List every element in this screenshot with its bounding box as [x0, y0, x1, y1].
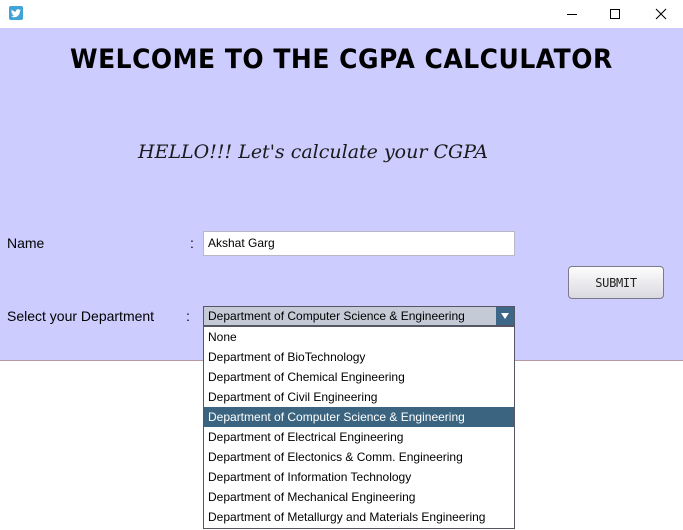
dropdown-option[interactable]: Department of Information Technology	[204, 467, 514, 487]
name-colon: :	[190, 235, 194, 251]
page-title: WELCOME TO THE CGPA CALCULATOR	[70, 44, 613, 75]
dropdown-option[interactable]: Department of BioTechnology	[204, 347, 514, 367]
minimize-button[interactable]	[549, 0, 595, 28]
name-input[interactable]: Akshat Garg	[203, 231, 515, 256]
dropdown-option[interactable]: Department of Civil Engineering	[204, 387, 514, 407]
title-bar	[0, 0, 683, 28]
minimize-icon	[567, 14, 577, 15]
dropdown-option[interactable]: Department of Computer Science & Enginee…	[204, 407, 514, 427]
dropdown-option[interactable]: Department of Metallurgy and Materials E…	[204, 507, 514, 527]
dropdown-option[interactable]: Department of Chemical Engineering	[204, 367, 514, 387]
dropdown-option[interactable]: None	[204, 327, 514, 347]
name-label: Name	[7, 235, 45, 251]
department-colon: :	[186, 308, 190, 324]
dropdown-arrow-button[interactable]	[496, 307, 514, 325]
close-button[interactable]	[638, 0, 683, 28]
app-bird-icon	[9, 6, 23, 20]
chevron-down-icon	[501, 313, 509, 319]
dropdown-option[interactable]: Department of Electonics & Comm. Enginee…	[204, 447, 514, 467]
dropdown-option[interactable]: Department of Mechanical Engineering	[204, 487, 514, 507]
dropdown-option[interactable]: Department of Electrical Engineering	[204, 427, 514, 447]
greeting-text: HELLO!!! Let's calculate your CGPA	[138, 141, 488, 163]
maximize-icon	[610, 9, 620, 19]
department-label: Select your Department	[7, 308, 155, 324]
close-icon	[655, 8, 667, 20]
department-dropdown-list: None Department of BioTechnology Departmen…	[203, 326, 515, 529]
department-select[interactable]: Department of Computer Science & Enginee…	[203, 306, 515, 326]
department-selected-value: Department of Computer Science & Enginee…	[208, 309, 465, 323]
submit-button[interactable]: SUBMIT	[568, 266, 664, 299]
maximize-button[interactable]	[592, 0, 638, 28]
